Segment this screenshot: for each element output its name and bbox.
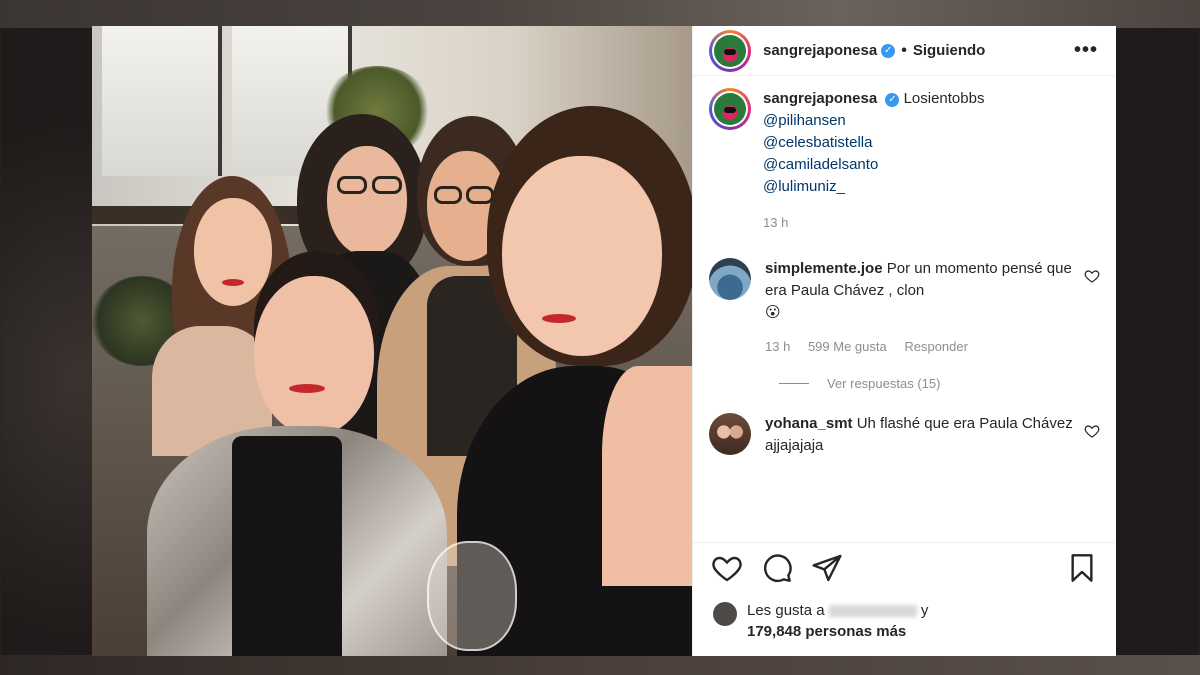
view-replies-label: Ver respuestas (15) xyxy=(827,376,941,391)
caption-text: Losientobbs xyxy=(903,90,985,107)
liker-avatar[interactable] xyxy=(713,602,737,626)
likes-count[interactable]: 179,848 personas más xyxy=(747,623,906,640)
photo-window xyxy=(102,26,222,176)
caption: sangrejaponesa ✓ Losientobbs @pilihansen… xyxy=(709,88,1100,234)
comment-emoji: 😮 xyxy=(765,304,781,321)
comment-time: 13 h xyxy=(765,339,791,354)
like-icon[interactable] xyxy=(711,552,743,584)
blurred-background-top xyxy=(0,0,1200,28)
likes-summary: Les gusta a y 179,848 personas más xyxy=(713,600,928,642)
separator-dot: • xyxy=(901,41,907,59)
follow-status-button[interactable]: Siguiendo xyxy=(913,42,986,59)
mention-link[interactable]: @pilihansen xyxy=(763,110,1074,132)
mention-link[interactable]: @lulimuniz_ xyxy=(763,176,1074,198)
caption-time: 13 h xyxy=(763,215,789,230)
reply-button[interactable]: Responder xyxy=(904,339,968,354)
caption-avatar[interactable] xyxy=(709,88,751,130)
photo-wine-glass xyxy=(427,541,517,651)
like-comment-icon[interactable] xyxy=(1084,423,1100,439)
caption-username[interactable]: sangrejaponesa xyxy=(763,90,877,107)
save-icon[interactable] xyxy=(1066,552,1098,584)
post-actions-bar xyxy=(693,542,1116,592)
commenter-avatar[interactable] xyxy=(709,258,751,300)
comment-likes[interactable]: 599 Me gusta xyxy=(808,339,887,354)
comment-username[interactable]: simplemente.joe xyxy=(765,260,883,277)
more-icon[interactable]: ••• xyxy=(1074,39,1098,62)
liker-name-blurred[interactable] xyxy=(828,605,917,618)
verified-icon: ✓ xyxy=(885,93,900,107)
header-username[interactable]: sangrejaponesa xyxy=(763,42,877,59)
view-replies-button[interactable]: Ver respuestas (15) xyxy=(779,376,1100,391)
post-header: sangrejaponesa ✓ • Siguiendo ••• xyxy=(693,26,1116,76)
commenter-avatar[interactable] xyxy=(709,413,751,455)
verified-icon: ✓ xyxy=(881,43,896,58)
instagram-post: sangrejaponesa ✓ • Siguiendo ••• sangrej… xyxy=(92,26,1116,656)
comment-username[interactable]: yohana_smt xyxy=(765,415,853,432)
replies-line xyxy=(779,383,809,384)
comment-icon[interactable] xyxy=(761,552,793,584)
blurred-background-bottom xyxy=(0,655,1200,675)
likes-suffix: y xyxy=(920,602,929,619)
likes-prefix: Les gusta a xyxy=(747,602,825,619)
comments-section: sangrejaponesa ✓ Losientobbs @pilihansen… xyxy=(693,76,1116,531)
post-side-panel: sangrejaponesa ✓ • Siguiendo ••• sangrej… xyxy=(692,26,1116,656)
account-avatar[interactable] xyxy=(709,29,751,72)
post-photo[interactable] xyxy=(92,26,692,656)
comment: simplemente.joe Por un momento pensé que… xyxy=(709,258,1100,358)
comment: yohana_smt Uh flashé que era Paula Cháve… xyxy=(709,413,1100,457)
like-comment-icon[interactable] xyxy=(1084,268,1100,284)
mention-link[interactable]: @celesbatistella xyxy=(763,132,1074,154)
mention-link[interactable]: @camiladelsanto xyxy=(763,154,1074,176)
share-icon[interactable] xyxy=(811,552,843,584)
